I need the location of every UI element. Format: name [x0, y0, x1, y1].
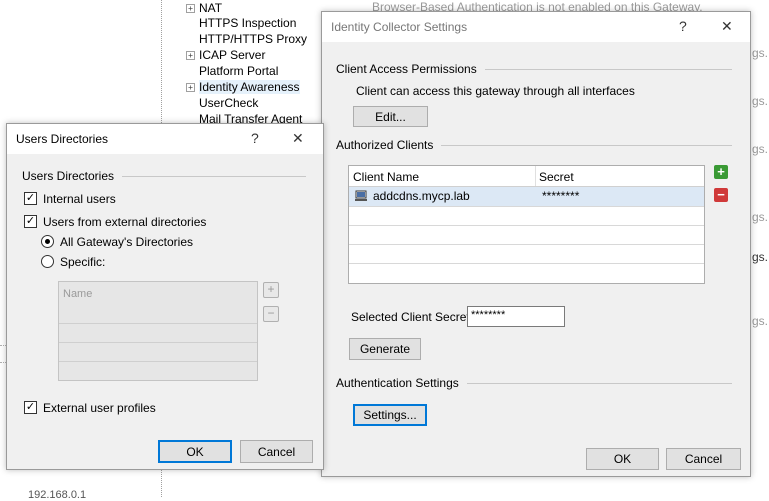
client-access-text: Client can access this gateway through a…	[356, 84, 635, 98]
column-header-secret[interactable]: Secret	[539, 170, 574, 184]
help-icon[interactable]: ?	[251, 130, 259, 146]
generate-button[interactable]: Generate	[349, 338, 421, 360]
all-directories-label: All Gateway's Directories	[60, 235, 193, 249]
dialog-title: Users Directories	[16, 132, 109, 146]
users-directories-dialog: Users Directories ? ✕ Users Directories …	[6, 123, 324, 470]
side-fragment: gs...	[752, 142, 769, 156]
clients-table: Client Name Secret addcdns.mycp.lab ****…	[348, 165, 705, 284]
side-fragment: gs...	[752, 210, 769, 224]
edit-button[interactable]: Edit...	[353, 106, 428, 127]
internal-users-checkbox[interactable]: ✓	[24, 192, 37, 205]
computer-icon	[355, 190, 367, 202]
column-header-client-name[interactable]: Client Name	[353, 170, 419, 184]
table-row[interactable]	[349, 206, 704, 226]
table-header: Client Name Secret	[349, 166, 704, 187]
client-name-cell: addcdns.mycp.lab	[373, 189, 470, 203]
close-icon[interactable]: ✕	[292, 130, 304, 147]
side-fragment: gs...	[752, 46, 769, 60]
cancel-button[interactable]: Cancel	[666, 448, 741, 470]
tree-item-icap-server[interactable]: + ICAP Server	[186, 47, 265, 63]
expand-icon[interactable]: +	[186, 4, 195, 14]
add-client-icon[interactable]: +	[714, 165, 728, 179]
external-profiles-checkbox[interactable]: ✓	[24, 401, 37, 414]
bottom-fragment: 192.168.0.1	[28, 489, 87, 501]
tree-item-usercheck[interactable]: UserCheck	[186, 95, 258, 111]
tree-item-platform-portal[interactable]: Platform Portal	[186, 63, 278, 79]
side-fragment: gs...	[752, 314, 769, 328]
dialog-title: Identity Collector Settings	[331, 20, 468, 34]
directories-list: Name	[58, 281, 258, 381]
remove-directory-icon[interactable]: −	[263, 306, 279, 322]
cancel-button[interactable]: Cancel	[240, 440, 313, 463]
side-fragment: gs...	[752, 250, 769, 264]
expand-icon[interactable]: +	[186, 83, 195, 93]
external-directories-checkbox[interactable]: ✓	[24, 215, 37, 228]
all-directories-radio[interactable]	[41, 235, 54, 248]
tree-item-https-inspection[interactable]: HTTPS Inspection	[186, 15, 296, 31]
client-access-header: Client Access Permissions	[336, 62, 732, 76]
dialog-titlebar: Users Directories ? ✕	[7, 124, 323, 154]
selected-secret-label: Selected Client Secret:	[351, 310, 474, 324]
ok-button[interactable]: OK	[158, 440, 232, 463]
dialog-titlebar: Identity Collector Settings ? ✕	[322, 12, 750, 42]
specific-radio[interactable]	[41, 255, 54, 268]
client-secret-cell: ********	[542, 189, 580, 203]
selected-secret-field[interactable]: ********	[467, 306, 565, 327]
add-directory-icon[interactable]: +	[263, 282, 279, 298]
help-icon[interactable]: ?	[679, 18, 687, 34]
expand-icon[interactable]: +	[186, 51, 195, 61]
table-row[interactable]	[349, 263, 704, 283]
list-column-header: Name	[63, 288, 93, 300]
remove-client-icon[interactable]: −	[714, 188, 728, 202]
identity-collector-dialog: Identity Collector Settings ? ✕ Client A…	[321, 11, 751, 477]
tree-item-http-proxy[interactable]: HTTP/HTTPS Proxy	[186, 31, 307, 47]
ok-button[interactable]: OK	[586, 448, 659, 470]
table-row[interactable]: addcdns.mycp.lab ********	[349, 187, 704, 206]
table-row[interactable]	[349, 225, 704, 245]
authorized-clients-header: Authorized Clients	[336, 138, 732, 152]
external-directories-label: Users from external directories	[43, 215, 207, 229]
specific-label: Specific:	[60, 255, 106, 269]
internal-users-label: Internal users	[43, 192, 116, 206]
tree-item-nat[interactable]: + NAT	[186, 0, 222, 16]
table-row[interactable]	[349, 244, 704, 264]
external-profiles-label: External user profiles	[43, 401, 156, 415]
side-fragment: gs...	[752, 94, 769, 108]
settings-button[interactable]: Settings...	[353, 404, 427, 426]
users-directories-group-header: Users Directories	[22, 169, 306, 183]
tree-item-identity-awareness[interactable]: + Identity Awareness	[186, 79, 300, 95]
close-icon[interactable]: ✕	[721, 18, 733, 35]
auth-settings-header: Authentication Settings	[336, 376, 732, 390]
